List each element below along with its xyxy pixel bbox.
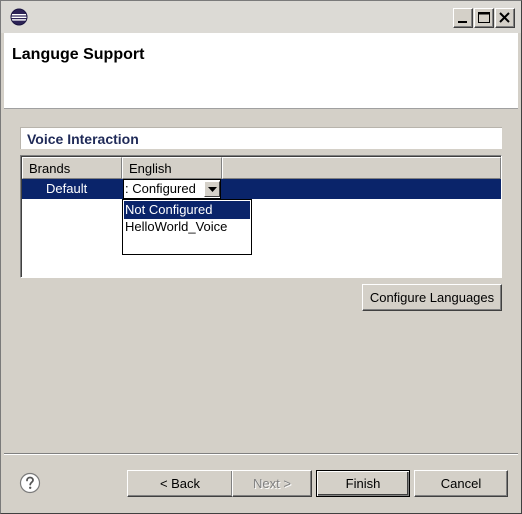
maximize-icon — [478, 12, 490, 23]
close-icon — [499, 12, 510, 23]
column-header-brands[interactable]: Brands — [22, 157, 122, 179]
table-row[interactable]: Default : Configured — [22, 179, 501, 199]
next-button[interactable]: Next > — [232, 470, 312, 497]
combo-dropdown-list[interactable]: Not Configured HelloWorld_Voice — [122, 199, 252, 255]
minimize-icon — [458, 21, 467, 23]
combo-dropdown-button[interactable] — [204, 181, 220, 197]
dropdown-option-not-configured[interactable]: Not Configured — [124, 201, 250, 219]
close-button[interactable] — [495, 8, 515, 28]
eclipse-icon — [10, 8, 28, 26]
back-button[interactable]: < Back — [127, 470, 233, 497]
footer-separator — [4, 453, 518, 455]
help-icon[interactable] — [19, 472, 41, 494]
english-combo[interactable]: : Configured — [123, 179, 221, 199]
configure-languages-button[interactable]: Configure Languages — [362, 284, 502, 311]
cell-brand: Default — [46, 181, 88, 196]
wizard-header: Languge Support — [4, 33, 518, 109]
page-title: Languge Support — [12, 46, 145, 63]
section-title: Voice Interaction — [27, 131, 139, 147]
minimize-button[interactable] — [453, 8, 473, 28]
maximize-button[interactable] — [474, 8, 494, 28]
cancel-button[interactable]: Cancel — [414, 470, 508, 497]
column-header-english[interactable]: English — [122, 157, 222, 179]
dropdown-option-helloworld-voice[interactable]: HelloWorld_Voice — [124, 218, 250, 236]
combo-value: : Configured — [125, 181, 196, 196]
column-header-filler — [222, 157, 501, 179]
title-bar[interactable] — [1, 1, 521, 33]
chevron-down-icon — [208, 187, 217, 192]
finish-button[interactable]: Finish — [316, 470, 410, 497]
language-table[interactable]: Brands English Default : Configured — [20, 155, 502, 278]
section-header: Voice Interaction — [20, 127, 502, 149]
